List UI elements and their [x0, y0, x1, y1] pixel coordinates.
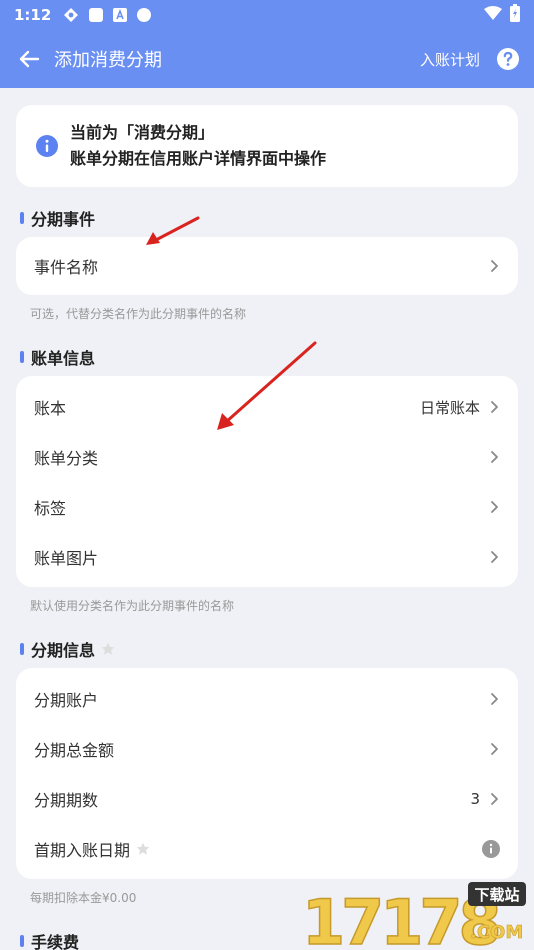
chevron-right-icon	[490, 742, 500, 756]
info-text: 当前为「消费分期」 账单分期在信用账户详情界面中操作	[70, 120, 326, 172]
section-marker	[20, 351, 24, 363]
event-name-row[interactable]: 事件名称	[16, 237, 518, 295]
chevron-right-icon	[490, 692, 500, 706]
event-name-label: 事件名称	[34, 258, 99, 277]
info-icon	[36, 135, 58, 157]
status-time: 1:12	[14, 6, 52, 24]
annotation-arrow-1	[146, 216, 200, 245]
chevron-right-icon	[490, 792, 500, 806]
installment-periods-label: 分期期数	[34, 791, 99, 810]
first-date-row[interactable]: 首期入账日期	[16, 824, 518, 874]
bill-hint: 默认使用分类名作为此分期事件的名称	[30, 599, 235, 613]
chevron-right-icon	[490, 259, 500, 273]
app-a-icon	[113, 8, 128, 22]
section-marker	[20, 643, 24, 655]
circle-icon	[136, 7, 152, 23]
arrow-left-icon	[19, 50, 40, 68]
section-title-bill: 账单信息	[20, 345, 95, 369]
tag-row[interactable]: 标签	[16, 482, 518, 532]
installment-hint: 每期扣除本金¥0.00	[30, 891, 137, 905]
wifi-icon	[484, 6, 502, 24]
book-value: 日常账本	[419, 398, 480, 417]
page-title: 添加消费分期	[54, 50, 162, 71]
installment-card: 分期账户 分期总金额 分期期数 3 首期入账日期	[16, 668, 518, 879]
image-label: 账单图片	[34, 549, 99, 568]
category-row[interactable]: 账单分类	[16, 432, 518, 482]
image-row[interactable]: 账单图片	[16, 532, 518, 582]
chevron-right-icon	[490, 550, 500, 564]
installment-total-label: 分期总金额	[34, 741, 115, 760]
section-marker	[20, 212, 24, 224]
star-icon	[101, 642, 115, 656]
battery-icon	[510, 4, 520, 26]
tag-label: 标签	[34, 499, 67, 518]
svg-text:.COM: .COM	[470, 922, 523, 943]
installment-periods-value: 3	[470, 790, 480, 808]
section-title-event: 分期事件	[20, 206, 95, 230]
event-card: 事件名称	[16, 237, 518, 295]
info-line-2: 账单分期在信用账户详情界面中操作	[70, 149, 327, 168]
book-label: 账本	[34, 399, 67, 418]
chevron-right-icon	[490, 400, 500, 414]
section-title-fee: 手续费	[20, 929, 79, 950]
help-icon	[497, 48, 519, 70]
event-hint: 可选，代替分类名作为此分期事件的名称	[30, 307, 247, 321]
installment-account-row[interactable]: 分期账户	[16, 674, 518, 724]
installment-total-row[interactable]: 分期总金额	[16, 724, 518, 774]
svg-text:下载站: 下载站	[474, 886, 519, 904]
chevron-right-icon	[490, 450, 500, 464]
status-bar: 1:12	[0, 0, 534, 30]
back-button[interactable]	[14, 44, 44, 74]
section-marker	[20, 935, 24, 947]
app-square-icon	[88, 7, 104, 23]
watermark-logo: 17178 下载站 .COM	[301, 882, 526, 950]
status-icons	[63, 7, 152, 23]
status-right	[484, 4, 520, 26]
section-title-installment: 分期信息	[20, 637, 115, 661]
info-icon[interactable]	[482, 840, 500, 858]
category-label: 账单分类	[34, 449, 99, 468]
star-icon	[136, 842, 150, 856]
first-date-label: 首期入账日期	[34, 841, 131, 860]
chevron-right-icon	[490, 500, 500, 514]
app-bar: 添加消费分期 入账计划	[0, 30, 534, 88]
info-card: 当前为「消费分期」 账单分期在信用账户详情界面中操作	[16, 105, 518, 187]
info-line-1: 当前为「消费分期」	[70, 123, 215, 142]
sync-icon	[63, 7, 79, 23]
installment-periods-row[interactable]: 分期期数 3	[16, 774, 518, 824]
billing-plan-link[interactable]: 入账计划	[420, 49, 480, 70]
installment-account-label: 分期账户	[34, 691, 99, 710]
annotation-arrow-2	[217, 341, 317, 430]
watermark: 17178 下载站 .COM	[300, 880, 530, 950]
help-button[interactable]	[496, 47, 520, 71]
